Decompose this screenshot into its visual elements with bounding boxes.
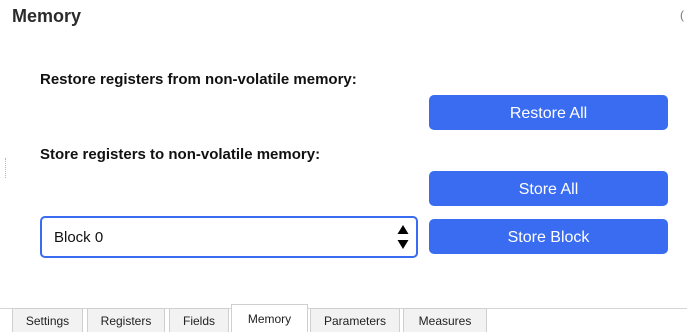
tab-fields[interactable]: Fields: [169, 308, 229, 332]
block-select[interactable]: Block 0: [40, 216, 418, 258]
tab-parameters[interactable]: Parameters: [310, 308, 400, 332]
spinner-arrows-icon[interactable]: [397, 224, 409, 250]
restore-all-button[interactable]: Restore All: [429, 95, 668, 130]
restore-label: Restore registers from non-volatile memo…: [40, 71, 357, 88]
tab-registers[interactable]: Registers: [87, 308, 165, 332]
corner-mark: (: [680, 8, 684, 22]
tab-memory[interactable]: Memory: [231, 304, 308, 332]
page-title: Memory: [12, 6, 82, 26]
tab-settings[interactable]: Settings: [12, 308, 83, 332]
tab-measures[interactable]: Measures: [403, 308, 487, 332]
store-label: Store registers to non-volatile memory:: [40, 146, 321, 163]
store-block-button[interactable]: Store Block: [429, 219, 668, 254]
block-select-value: Block 0: [54, 229, 104, 246]
resize-grip[interactable]: [5, 158, 8, 178]
store-all-button[interactable]: Store All: [429, 171, 668, 206]
